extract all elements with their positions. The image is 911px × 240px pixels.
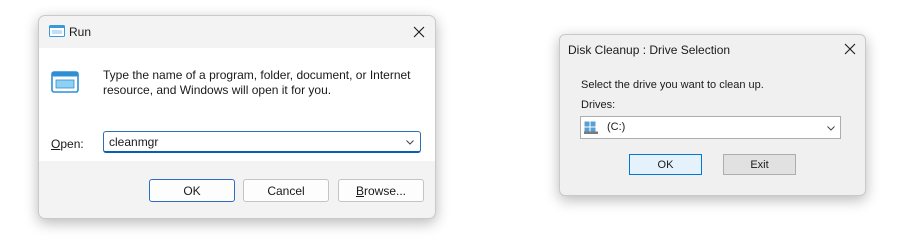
selected-drive: (C:) <box>607 121 626 133</box>
run-content-area: Type the name of a program, folder, docu… <box>39 48 435 161</box>
run-dialog: Run Type the name of a program, folder, … <box>38 15 436 219</box>
cancel-button[interactable]: Cancel <box>243 179 329 202</box>
open-label-text: pen: <box>60 137 84 151</box>
close-button[interactable] <box>843 42 857 56</box>
drive-instruction: Select the drive you want to clean up. <box>581 79 764 91</box>
open-input[interactable]: cleanmgr <box>103 131 421 153</box>
window-title: Disk Cleanup : Drive Selection <box>568 43 731 57</box>
open-input-value: cleanmgr <box>109 135 159 149</box>
drive-select[interactable]: (C:) <box>580 116 841 139</box>
run-app-icon <box>49 25 65 37</box>
window-title: Run <box>69 25 92 39</box>
screenshot-canvas: Run Type the name of a program, folder, … <box>0 0 911 240</box>
hard-drive-icon <box>584 121 598 134</box>
chevron-down-icon[interactable] <box>826 123 836 133</box>
open-label: Open: <box>51 137 84 151</box>
run-description: Type the name of a program, folder, docu… <box>103 68 411 97</box>
exit-button[interactable]: Exit <box>723 154 796 175</box>
ok-button[interactable]: OK <box>149 179 235 202</box>
close-icon <box>844 43 856 55</box>
close-icon <box>413 26 425 38</box>
browse-button[interactable]: Browse... <box>338 179 424 202</box>
drives-label: Drives: <box>581 99 616 111</box>
ok-button[interactable]: OK <box>629 154 702 175</box>
browse-accesskey: B <box>355 183 364 198</box>
run-app-icon <box>51 71 79 93</box>
chevron-down-icon[interactable] <box>405 137 415 147</box>
disk-cleanup-dialog: Disk Cleanup : Drive Selection Select th… <box>559 34 866 196</box>
close-button[interactable] <box>412 25 426 39</box>
open-label-accesskey: O <box>51 137 61 151</box>
run-titlebar[interactable]: Run <box>39 16 435 47</box>
browse-label: rowse... <box>364 183 407 198</box>
